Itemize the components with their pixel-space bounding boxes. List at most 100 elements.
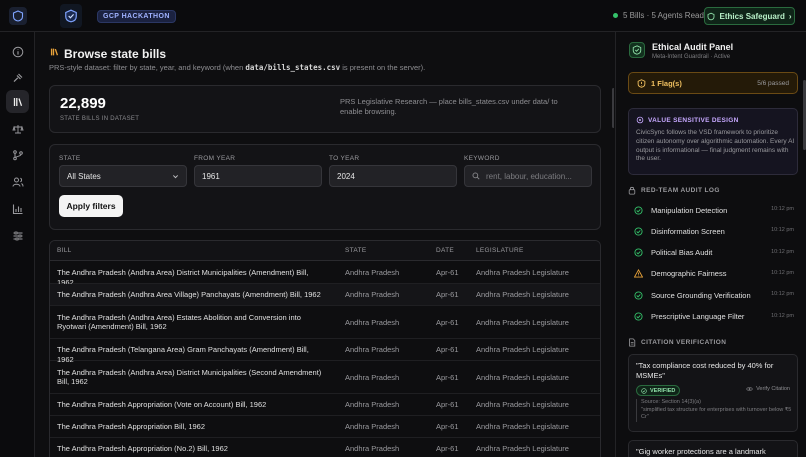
keyword-input[interactable]: rent, labour, education...: [464, 165, 592, 187]
audit-item[interactable]: Source Grounding Verification 10:12 pm: [634, 289, 794, 301]
shield-alert-icon: [637, 78, 646, 88]
app-logo[interactable]: [9, 7, 27, 25]
date-cell: Apr-61: [436, 345, 459, 354]
audit-item-time: 10:12 pm: [771, 269, 794, 276]
column-header-date[interactable]: DATE: [436, 247, 454, 254]
panel-subtitle: Meta-Intent Guardrail · Active: [652, 54, 731, 60]
citation-card: "Gig worker protections are a landmark: [628, 440, 798, 457]
logo-icon: [12, 10, 24, 22]
shield-logo-icon: [65, 9, 77, 23]
bill-count-label: STATE BILLS IN DATASET: [60, 116, 140, 122]
citation-title: CITATION VERIFICATION: [628, 338, 726, 347]
audit-item[interactable]: Manipulation Detection 10:12 pm: [634, 204, 794, 216]
chevron-down-icon: [172, 174, 179, 178]
info-icon: [12, 46, 23, 57]
state-cell: Andhra Pradesh: [345, 290, 400, 299]
audit-item[interactable]: Demographic Fairness 10:12 pm: [634, 268, 794, 280]
table-row[interactable]: The Andhra Pradesh Appropriation (Vote o…: [50, 394, 600, 416]
audit-item-label: Manipulation Detection: [651, 205, 728, 215]
table-row[interactable]: The Andhra Pradesh Appropriation Bill, 1…: [50, 416, 600, 438]
bills-table: BILL STATE DATE LEGISLATURE The Andhra P…: [49, 240, 601, 457]
sidebar: [0, 32, 35, 457]
users-icon: [12, 177, 23, 187]
table-row[interactable]: The Andhra Pradesh Appropriation (No.2) …: [50, 438, 600, 457]
audit-item[interactable]: Political Bias Audit 10:12 pm: [634, 247, 794, 259]
from-year-input[interactable]: 1961: [194, 165, 322, 187]
branch-icon: [12, 149, 23, 160]
bill-cell: The Andhra Pradesh (Andhra Area) Estates…: [57, 312, 301, 332]
sidebar-item-settings[interactable]: [6, 224, 29, 247]
scale-icon: [11, 124, 24, 133]
audit-item-time: 10:12 pm: [771, 291, 794, 298]
date-cell: Apr-61: [436, 372, 459, 382]
audit-item-label: Source Grounding Verification: [651, 290, 751, 300]
audit-item[interactable]: Prescriptive Language Filter 10:12 pm: [634, 311, 794, 323]
vsd-body: CivicSync follows the VSD framework to p…: [636, 129, 795, 163]
date-cell: Apr-61: [436, 268, 459, 277]
state-select[interactable]: All States: [59, 165, 187, 187]
table-row[interactable]: The Andhra Pradesh (Andhra Area) Distric…: [50, 262, 600, 287]
audit-item[interactable]: Disinformation Screen 10:12 pm: [634, 225, 794, 237]
column-header-state[interactable]: STATE: [345, 247, 366, 254]
column-header-bill[interactable]: BILL: [57, 247, 72, 254]
table-row[interactable]: The Andhra Pradesh (Telangana Area) Gram…: [50, 339, 600, 364]
sparkle-icon: [636, 116, 644, 124]
audit-item-label: Prescriptive Language Filter: [651, 312, 745, 321]
vsd-title: VALUE SENSITIVE DESIGN: [636, 116, 739, 124]
shield-check-icon: [629, 42, 645, 58]
audit-item-label: Political Bias Audit: [651, 248, 713, 258]
check-circle-icon: [634, 248, 643, 257]
audit-item-time: 10:12 pm: [771, 227, 794, 234]
verify-citation-text: Verify Citation: [756, 386, 790, 392]
sidebar-item-analytics[interactable]: [6, 197, 29, 220]
date-cell: Apr-61: [436, 422, 459, 431]
apply-filters-button[interactable]: Apply filters: [59, 195, 123, 217]
top-bar: GCP HACKATHON 5 Bills · 5 Agents Ready E…: [0, 0, 806, 32]
page-title: Browse state bills: [64, 47, 167, 61]
check-circle-icon: [641, 387, 647, 394]
citation-source: Source: Section 14(3)(a) "simplified tax…: [636, 399, 794, 422]
legislature-cell: Andhra Pradesh Legislature: [476, 317, 569, 327]
agents-status: 5 Bills · 5 Agents Ready: [613, 11, 708, 20]
main-scrollbar[interactable]: [612, 88, 614, 128]
keyword-label: KEYWORD: [464, 155, 500, 162]
to-year-input[interactable]: 2024: [329, 165, 457, 187]
audit-item-label: Demographic Fairness: [651, 269, 727, 279]
sidebar-item-bills[interactable]: [6, 66, 29, 89]
flag-summary[interactable]: 1 Flag(s) 5/6 passed: [628, 72, 798, 94]
sidebar-item-overview[interactable]: [6, 40, 29, 63]
source-ref: Section 14(3)(a): [661, 399, 701, 405]
column-header-legislature[interactable]: LEGISLATURE: [476, 247, 524, 254]
bill-cell: The Andhra Pradesh Appropriation Bill, 1…: [57, 422, 206, 431]
audit-item-time: 10:12 pm: [771, 312, 794, 319]
filter-card: STATE All States FROM YEAR 1961 TO YEAR …: [49, 144, 601, 230]
vsd-title-text: VALUE SENSITIVE DESIGN: [648, 116, 739, 124]
legislature-cell: Andhra Pradesh Legislature: [476, 400, 569, 409]
state-select-value: All States: [67, 171, 101, 181]
audit-item-time: 10:12 pm: [771, 248, 794, 255]
ethical-audit-panel: Ethical Audit Panel Meta-Intent Guardrai…: [615, 32, 806, 457]
status-text: 5 Bills · 5 Agents Ready: [623, 11, 708, 20]
dataset-stats-card: 22,899 STATE BILLS IN DATASET PRS Legisl…: [49, 85, 601, 133]
sidebar-item-library[interactable]: [6, 90, 29, 113]
check-circle-icon: [634, 312, 643, 321]
subtitle-text: PRS-style dataset: filter by state, year…: [49, 63, 246, 72]
ethics-safeguard-button[interactable]: Ethics Safeguard ›: [704, 7, 795, 25]
eye-icon: [746, 386, 753, 392]
table-row[interactable]: The Andhra Pradesh (Andhra Area Village)…: [50, 284, 600, 306]
sidebar-item-stakeholders[interactable]: [6, 170, 29, 193]
source-label: Source:: [641, 399, 660, 405]
sidebar-item-versions[interactable]: [6, 143, 29, 166]
check-circle-icon: [634, 205, 643, 215]
legislature-cell: Andhra Pradesh Legislature: [476, 372, 569, 382]
brand-logo[interactable]: [60, 4, 82, 28]
sliders-icon: [13, 231, 22, 240]
table-row[interactable]: The Andhra Pradesh (Andhra Area) Estates…: [50, 306, 600, 339]
table-header: BILL STATE DATE LEGISLATURE: [50, 241, 600, 261]
state-cell: Andhra Pradesh: [345, 400, 400, 409]
hackathon-badge: GCP HACKATHON: [97, 10, 176, 23]
to-year-label: TO YEAR: [329, 155, 360, 162]
sidebar-item-compare[interactable]: [6, 117, 29, 140]
table-row[interactable]: The Andhra Pradesh (Andhra Area) Distric…: [50, 361, 600, 394]
verify-citation-link[interactable]: Verify Citation: [746, 386, 790, 392]
